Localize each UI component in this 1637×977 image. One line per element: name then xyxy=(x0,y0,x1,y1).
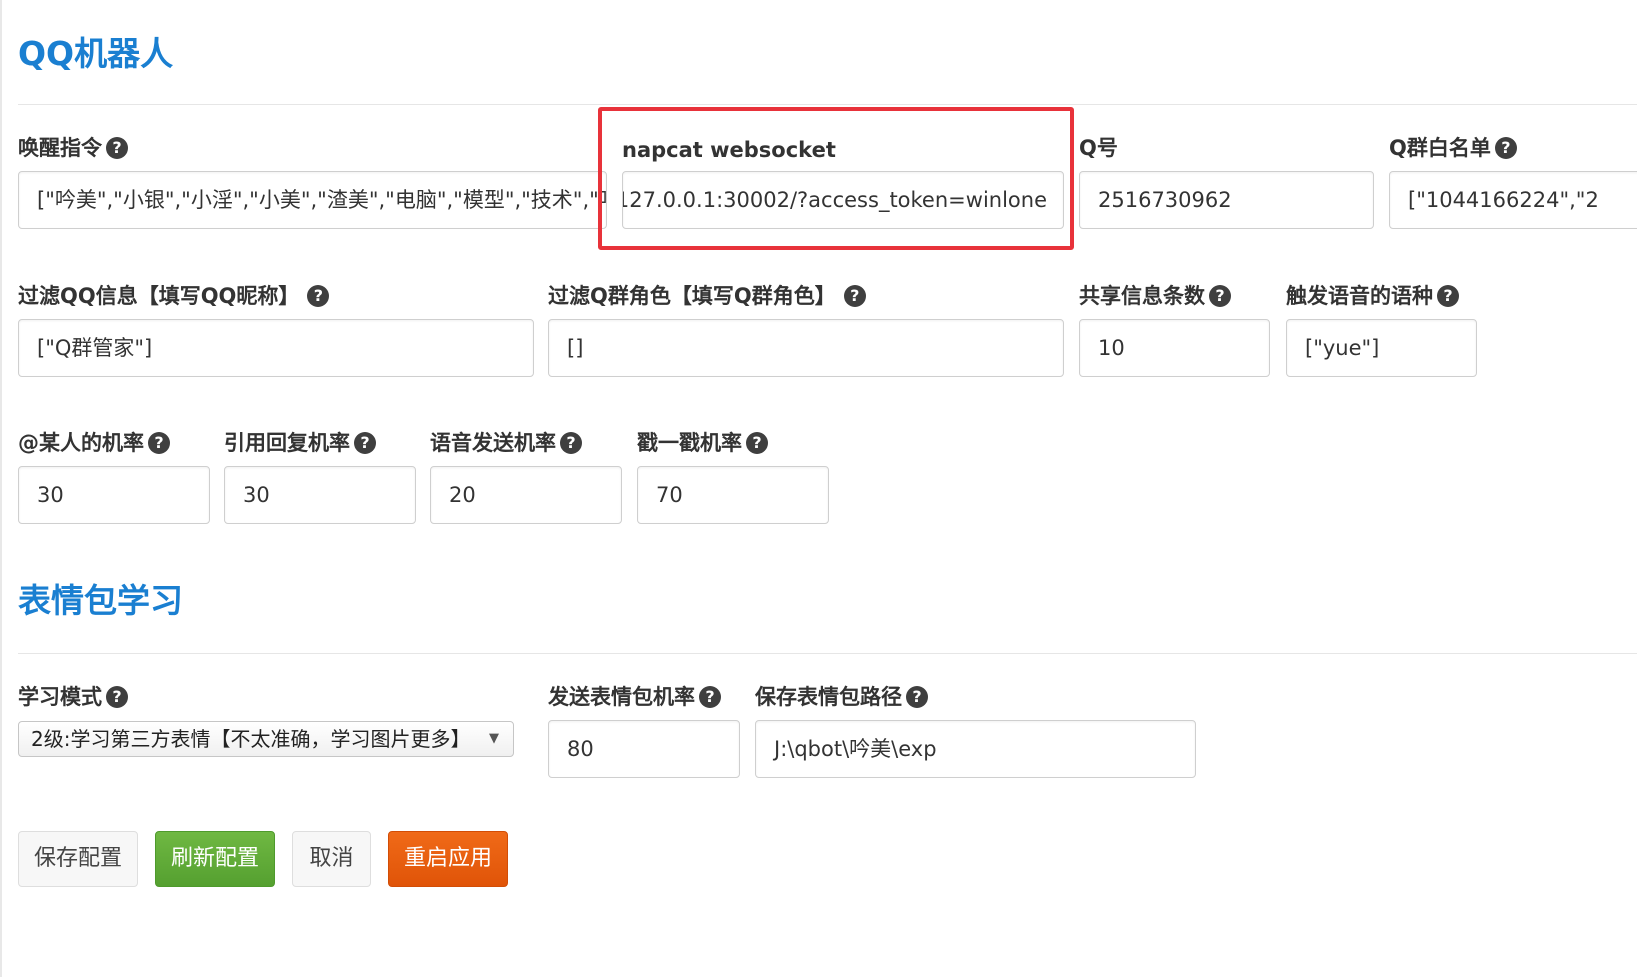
filter-qq-info-label-text: 过滤QQ信息【填写QQ昵称】 xyxy=(18,284,300,308)
wake-command-label-text: 唤醒指令 xyxy=(18,136,102,160)
quote-reply-rate-label-text: 引用回复机率 xyxy=(224,431,350,455)
help-icon[interactable]: ? xyxy=(560,432,582,454)
quote-reply-rate-label: 引用回复机率 ? xyxy=(224,429,376,457)
group-whitelist-label-text: Q群白名单 xyxy=(1389,136,1491,160)
learn-mode-label: 学习模式 ? xyxy=(18,683,128,711)
filter-group-role-label-text: 过滤Q群角色【填写Q群角色】 xyxy=(548,284,836,308)
help-icon[interactable]: ? xyxy=(148,432,170,454)
at-rate-input[interactable]: 30 xyxy=(18,466,210,524)
poke-rate-input[interactable]: 70 xyxy=(637,466,829,524)
at-rate-label-text: @某人的机率 xyxy=(18,431,144,455)
wake-command-label: 唤醒指令 ? xyxy=(18,134,128,162)
group-whitelist-input[interactable]: ["1044166224","2 xyxy=(1389,171,1637,229)
meme-path-input[interactable]: J:\qbot\吟美\exp xyxy=(755,720,1196,778)
poke-rate-label-text: 戳一戳机率 xyxy=(637,431,742,455)
send-meme-rate-label-text: 发送表情包机率 xyxy=(548,685,695,709)
learn-mode-select[interactable]: 2级:学习第三方表情【不太准确，学习图片更多】 ▼ xyxy=(18,721,514,757)
trigger-voice-lang-label-text: 触发语音的语种 xyxy=(1286,284,1433,308)
voice-send-rate-input[interactable]: 20 xyxy=(430,466,622,524)
trigger-voice-lang-input[interactable]: ["yue"] xyxy=(1286,319,1477,377)
restart-app-button[interactable]: 重启应用 xyxy=(388,831,508,887)
cancel-button[interactable]: 取消 xyxy=(292,831,371,887)
highlight-box xyxy=(598,107,1074,250)
at-rate-label: @某人的机率 ? xyxy=(18,429,170,457)
section-divider xyxy=(18,653,1637,654)
send-meme-rate-input[interactable]: 80 xyxy=(548,720,740,778)
send-meme-rate-label: 发送表情包机率 ? xyxy=(548,683,721,711)
filter-group-role-label: 过滤Q群角色【填写Q群角色】 ? xyxy=(548,282,866,310)
help-icon[interactable]: ? xyxy=(699,686,721,708)
help-icon[interactable]: ? xyxy=(1437,285,1459,307)
qq-number-input[interactable]: 2516730962 xyxy=(1079,171,1374,229)
refresh-config-button[interactable]: 刷新配置 xyxy=(155,831,275,887)
filter-group-role-input[interactable]: [] xyxy=(548,319,1064,377)
filter-qq-info-label: 过滤QQ信息【填写QQ昵称】 ? xyxy=(18,282,330,310)
group-whitelist-label: Q群白名单 ? xyxy=(1389,134,1517,162)
help-icon[interactable]: ? xyxy=(843,285,866,307)
wake-command-input[interactable]: ["吟美","小银","小淫","小美","渣美","电脑","模型","技术"… xyxy=(18,171,607,229)
help-icon[interactable]: ? xyxy=(106,137,128,159)
share-info-count-input[interactable]: 10 xyxy=(1079,319,1270,377)
learn-mode-selected-value: 2级:学习第三方表情【不太准确，学习图片更多】 xyxy=(31,727,471,751)
poke-rate-label: 戳一戳机率 ? xyxy=(637,429,768,457)
help-icon[interactable]: ? xyxy=(1209,285,1231,307)
voice-send-rate-label: 语音发送机率 ? xyxy=(430,429,582,457)
section-title-meme-learning: 表情包学习 xyxy=(18,581,183,620)
share-info-count-label-text: 共享信息条数 xyxy=(1079,284,1205,308)
save-config-button[interactable]: 保存配置 xyxy=(18,831,138,887)
voice-send-rate-label-text: 语音发送机率 xyxy=(430,431,556,455)
help-icon[interactable]: ? xyxy=(1494,137,1517,159)
help-icon[interactable]: ? xyxy=(906,686,928,708)
help-icon[interactable]: ? xyxy=(106,686,128,708)
page-left-border xyxy=(0,0,2,977)
section-divider xyxy=(18,104,1637,105)
help-icon[interactable]: ? xyxy=(307,285,330,307)
meme-path-label-text: 保存表情包路径 xyxy=(755,685,902,709)
trigger-voice-lang-label: 触发语音的语种 ? xyxy=(1286,282,1459,310)
help-icon[interactable]: ? xyxy=(354,432,376,454)
section-title-qq-robot: QQ机器人 xyxy=(18,34,174,73)
qq-number-label-text: Q号 xyxy=(1079,136,1118,160)
share-info-count-label: 共享信息条数 ? xyxy=(1079,282,1231,310)
learn-mode-label-text: 学习模式 xyxy=(18,685,102,709)
quote-reply-rate-input[interactable]: 30 xyxy=(224,466,416,524)
qq-number-label: Q号 xyxy=(1079,134,1118,162)
filter-qq-info-input[interactable]: ["Q群管家"] xyxy=(18,319,534,377)
dropdown-arrow-icon: ▼ xyxy=(489,731,499,746)
help-icon[interactable]: ? xyxy=(746,432,768,454)
meme-path-label: 保存表情包路径 ? xyxy=(755,683,928,711)
